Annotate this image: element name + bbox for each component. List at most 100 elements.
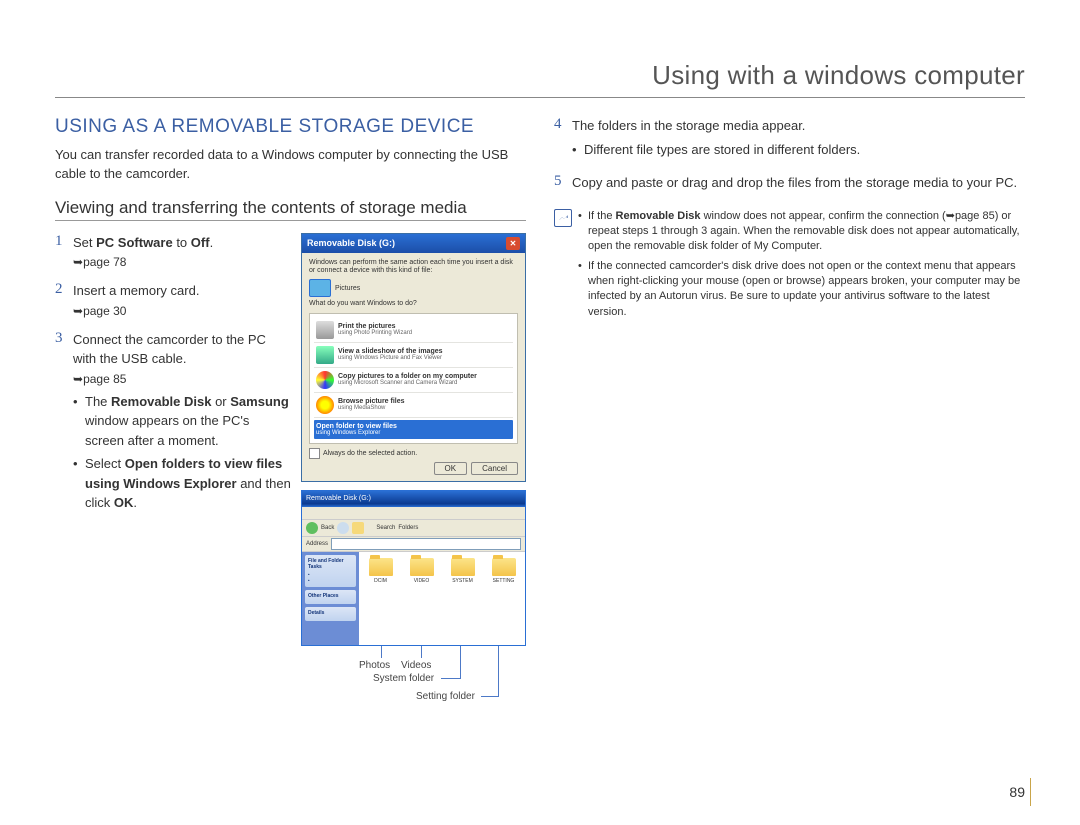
folder-label: SYSTEM bbox=[452, 578, 473, 584]
dialog-buttons: OK Cancel bbox=[309, 462, 518, 475]
step-body: Set PC Software to Off. ➥page 78 bbox=[73, 233, 291, 272]
step-5: 5 Copy and paste or drag and drop the fi… bbox=[554, 173, 1025, 193]
ok-button[interactable]: OK bbox=[434, 462, 468, 475]
folder-icon bbox=[369, 558, 393, 576]
side-panel-places[interactable]: Other Places bbox=[305, 590, 356, 604]
option-title: Browse picture files bbox=[338, 398, 511, 405]
step-list: 1 Set PC Software to Off. ➥page 78 2 Ins… bbox=[55, 233, 291, 517]
text: window appears on the PC's screen after … bbox=[85, 413, 249, 448]
page-ref: ➥page 78 bbox=[73, 253, 291, 271]
page: Using with a windows computer USING AS A… bbox=[0, 0, 1080, 825]
folder-icon bbox=[492, 558, 516, 576]
step-number: 5 bbox=[554, 173, 572, 193]
text: If the bbox=[588, 210, 616, 222]
option-text: View a slideshow of the images using Win… bbox=[338, 348, 511, 361]
explorer-title-bar: Removable Disk (G:) bbox=[302, 491, 525, 507]
printer-icon bbox=[316, 321, 334, 339]
step-3: 3 Connect the camcorder to the PC with t… bbox=[55, 330, 291, 517]
explorer-address-bar: Address bbox=[302, 537, 525, 552]
option-text: Copy pictures to a folder on my computer… bbox=[338, 373, 511, 386]
side-panel-tasks[interactable]: File and Folder Tasks • • bbox=[305, 555, 356, 587]
address-input[interactable] bbox=[331, 538, 521, 550]
checkbox-icon[interactable] bbox=[309, 448, 320, 459]
explorer-side-panel: File and Folder Tasks • • Other Places D… bbox=[302, 552, 359, 645]
ref-text: page 85 bbox=[955, 210, 995, 222]
callout-setting: Setting folder bbox=[416, 691, 475, 702]
page-ref: ➥page 85 bbox=[73, 370, 291, 388]
option-print[interactable]: Print the pictures using Photo Printing … bbox=[314, 318, 513, 343]
bold: Removable Disk bbox=[111, 394, 211, 409]
text: window does not appear, confirm the conn… bbox=[701, 210, 946, 222]
mediashow-icon bbox=[316, 396, 334, 414]
checkbox-label: Always do the selected action. bbox=[323, 450, 417, 457]
ref-text: page 85 bbox=[83, 372, 126, 386]
content-columns: USING AS A REMOVABLE STORAGE DEVICE You … bbox=[55, 116, 1025, 729]
explorer-menu-bar[interactable] bbox=[302, 507, 525, 520]
text: The folders in the storage media appear. bbox=[572, 118, 805, 133]
pictures-icon bbox=[309, 279, 331, 297]
left-inner: 1 Set PC Software to Off. ➥page 78 2 Ins… bbox=[55, 233, 526, 729]
panel-title: Other Places bbox=[308, 593, 353, 599]
content-type-row: Pictures bbox=[309, 279, 518, 297]
step-list-continued: 4 The folders in the storage media appea… bbox=[554, 116, 1025, 193]
callout-area: Photos Videos System folder Setting fold… bbox=[301, 646, 524, 721]
folders-label[interactable]: Folders bbox=[398, 525, 418, 531]
section-heading: USING AS A REMOVABLE STORAGE DEVICE bbox=[55, 116, 526, 138]
dialog-body: Windows can perform the same action each… bbox=[302, 253, 525, 481]
panel-item: • bbox=[308, 578, 353, 583]
step-body: Connect the camcorder to the PC with the… bbox=[73, 330, 291, 517]
always-checkbox-row[interactable]: Always do the selected action. bbox=[309, 448, 518, 459]
address-label: Address bbox=[306, 541, 328, 547]
option-sub: using Windows Explorer bbox=[316, 430, 511, 436]
text: Select bbox=[85, 456, 125, 471]
option-open-folder-selected[interactable]: Open folder to view files using Windows … bbox=[314, 420, 513, 439]
dialog-title-bar: Removable Disk (G:) ✕ bbox=[302, 234, 525, 253]
forward-icon[interactable] bbox=[337, 522, 349, 534]
step-number: 4 bbox=[554, 116, 572, 163]
dialog-title: Removable Disk (G:) bbox=[307, 238, 395, 248]
folder-system[interactable]: SYSTEM bbox=[445, 558, 480, 584]
folder-icon bbox=[451, 558, 475, 576]
folder-dcim[interactable]: DCIM bbox=[363, 558, 398, 584]
explorer-file-pane[interactable]: DCIM VIDEO SYSTEM bbox=[359, 552, 525, 645]
text: . bbox=[133, 495, 137, 510]
callout-system: System folder bbox=[373, 673, 434, 684]
page-ref: ➥page 30 bbox=[73, 302, 291, 320]
up-folder-icon[interactable] bbox=[352, 522, 364, 534]
back-label[interactable]: Back bbox=[321, 525, 334, 531]
step-number: 1 bbox=[55, 233, 73, 272]
option-slideshow[interactable]: View a slideshow of the images using Win… bbox=[314, 343, 513, 368]
option-title: Print the pictures bbox=[338, 323, 511, 330]
side-panel-details[interactable]: Details bbox=[305, 607, 356, 621]
bold: PC Software bbox=[96, 235, 173, 250]
option-sub: using Photo Printing Wizard bbox=[338, 330, 511, 336]
option-text: Open folder to view files using Windows … bbox=[316, 423, 511, 436]
folder-label: SETTING bbox=[493, 578, 515, 584]
callout-line bbox=[481, 696, 499, 697]
list-item: Different file types are stored in diffe… bbox=[572, 140, 1025, 160]
windows-autoplay-dialog: Removable Disk (G:) ✕ Windows can perfor… bbox=[301, 233, 526, 482]
option-text: Print the pictures using Photo Printing … bbox=[338, 323, 511, 336]
folder-setting[interactable]: SETTING bbox=[486, 558, 521, 584]
divider bbox=[55, 97, 1025, 98]
right-column: 4 The folders in the storage media appea… bbox=[554, 116, 1025, 729]
search-label[interactable]: Search bbox=[376, 525, 395, 531]
list-item: If the Removable Disk window does not ap… bbox=[578, 209, 1025, 255]
cancel-button[interactable]: Cancel bbox=[471, 462, 518, 475]
option-title: View a slideshow of the images bbox=[338, 348, 511, 355]
back-icon[interactable] bbox=[306, 522, 318, 534]
option-copy[interactable]: Copy pictures to a folder on my computer… bbox=[314, 368, 513, 393]
ref-text: page 30 bbox=[83, 304, 126, 318]
callout-line bbox=[381, 646, 382, 658]
option-sub: using Microsoft Scanner and Camera Wizar… bbox=[338, 380, 511, 386]
text: to bbox=[173, 235, 191, 250]
folder-video[interactable]: VIDEO bbox=[404, 558, 439, 584]
step-body: The folders in the storage media appear.… bbox=[572, 116, 1025, 163]
subsection-divider bbox=[55, 220, 526, 221]
left-column: USING AS A REMOVABLE STORAGE DEVICE You … bbox=[55, 116, 526, 729]
step-body: Insert a memory card. ➥page 30 bbox=[73, 281, 291, 320]
callout-line bbox=[441, 678, 461, 679]
close-icon[interactable]: ✕ bbox=[506, 237, 520, 250]
option-browse[interactable]: Browse picture files using MediaShow bbox=[314, 393, 513, 418]
subsection-heading: Viewing and transferring the contents of… bbox=[55, 198, 526, 218]
